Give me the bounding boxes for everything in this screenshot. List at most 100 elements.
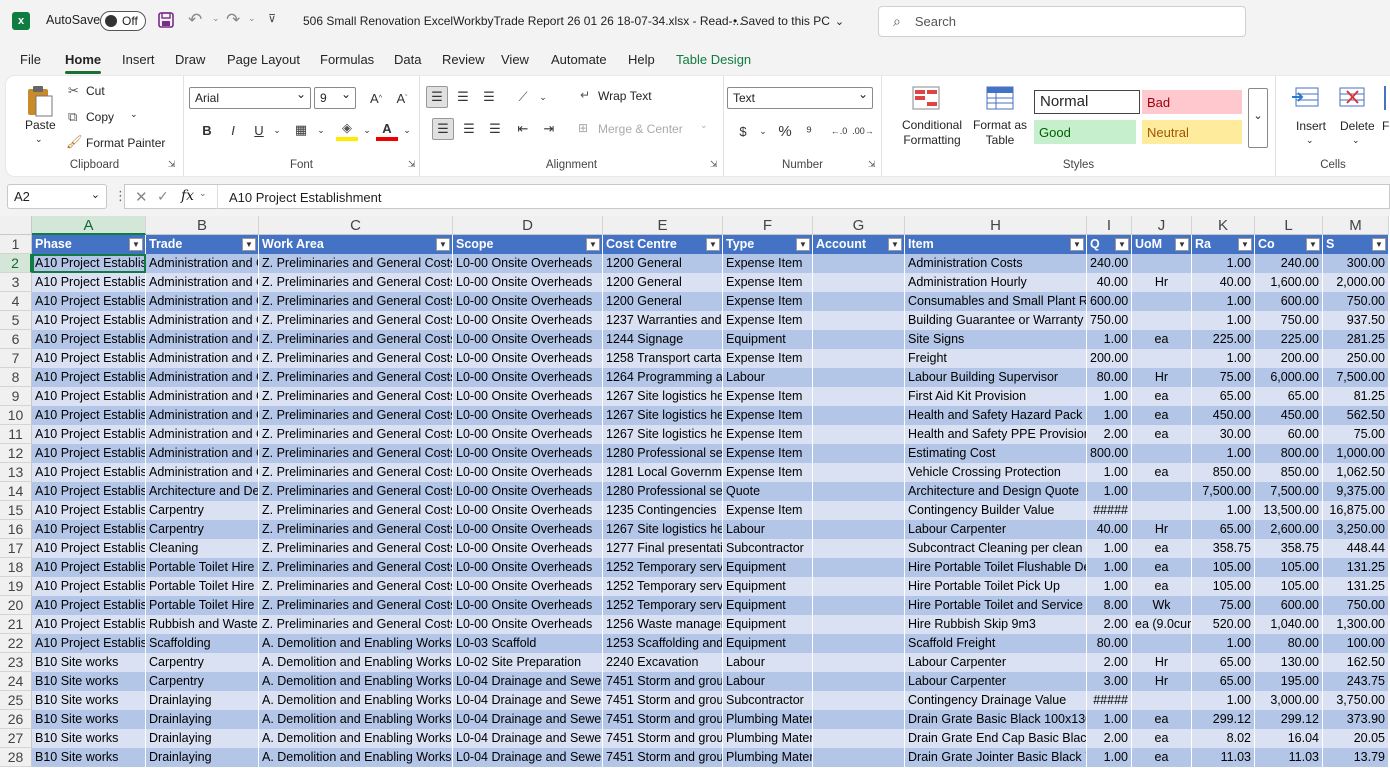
table-cell[interactable]: L0-00 Onsite Overheads [453,330,603,349]
table-cell[interactable]: Z. Preliminaries and General Costs [259,387,453,406]
table-cell[interactable]: ea [1132,729,1192,748]
table-cell[interactable]: Administration and C [146,273,259,292]
filter-dropdown-icon[interactable]: ▼ [1115,238,1129,251]
increase-indent-icon[interactable]: ⇥ [538,118,560,140]
table-cell[interactable]: Drainlaying [146,748,259,767]
customize-toolbar-icon[interactable]: ⊽ [268,12,276,25]
style-good[interactable]: Good [1034,120,1136,144]
table-cell[interactable]: Z. Preliminaries and General Costs [259,425,453,444]
select-all-corner[interactable] [0,216,32,235]
wrap-text-icon[interactable]: ↵ [580,88,590,102]
table-cell[interactable]: Estimating Cost [905,444,1087,463]
table-cell[interactable]: 600.00 [1087,292,1132,311]
table-cell[interactable]: 75.00 [1323,425,1389,444]
table-cell[interactable] [1132,292,1192,311]
bold-icon[interactable]: B [196,119,218,141]
table-cell[interactable] [813,463,905,482]
table-cell[interactable]: Site Signs [905,330,1087,349]
table-cell[interactable]: Expense Item [723,406,813,425]
table-cell[interactable]: Equipment [723,596,813,615]
table-cell[interactable]: 1.00 [1192,444,1255,463]
table-cell[interactable]: 7,500.00 [1323,368,1389,387]
table-cell[interactable]: Hr [1132,273,1192,292]
table-cell[interactable]: 1,300.00 [1323,615,1389,634]
table-cell[interactable]: Expense Item [723,292,813,311]
table-cell[interactable]: Drainlaying [146,729,259,748]
table-cell[interactable]: Administration and C [146,406,259,425]
table-cell[interactable]: L0-00 Onsite Overheads [453,273,603,292]
fill-color-icon[interactable]: ◈ [336,119,358,141]
table-cell[interactable]: A10 Project Establis [32,596,146,615]
merge-center-icon[interactable]: ⊞ [578,121,588,135]
table-cell[interactable]: Equipment [723,558,813,577]
table-cell[interactable]: 800.00 [1255,444,1323,463]
table-cell[interactable]: Z. Preliminaries and General Costs [259,254,453,273]
table-cell[interactable]: A10 Project Establis [32,406,146,425]
table-cell[interactable]: Expense Item [723,463,813,482]
table-cell[interactable]: B10 Site works [32,748,146,767]
table-cell[interactable]: A10 Project Establis [32,482,146,501]
tab-page-layout[interactable]: Page Layout [227,52,300,67]
table-cell[interactable]: 3,000.00 [1255,691,1323,710]
table-cell[interactable]: B10 Site works [32,710,146,729]
table-cell[interactable]: 3,250.00 [1323,520,1389,539]
row-header[interactable]: 10 [0,406,32,425]
table-cell[interactable]: 130.00 [1255,653,1323,672]
table-cell[interactable]: 7451 Storm and grou [603,672,723,691]
table-cell[interactable]: 65.00 [1192,672,1255,691]
table-cell[interactable] [813,653,905,672]
table-cell[interactable]: 1.00 [1192,634,1255,653]
column-header-i[interactable]: I [1087,216,1132,235]
table-cell[interactable]: 75.00 [1192,368,1255,387]
table-cell[interactable]: Z. Preliminaries and General Costs [259,520,453,539]
table-cell[interactable]: Labour Carpenter [905,672,1087,691]
table-cell[interactable]: Drain Grate End Cap Basic Black [905,729,1087,748]
column-header-e[interactable]: E [603,216,723,235]
table-cell[interactable]: A10 Project Establis [32,463,146,482]
filter-dropdown-icon[interactable]: ▼ [796,238,810,251]
table-cell[interactable]: 373.90 [1323,710,1389,729]
filter-dropdown-icon[interactable]: ▼ [1372,238,1386,251]
table-cell[interactable]: L0-04 Drainage and Sewer [453,729,603,748]
row-header[interactable]: 21 [0,615,32,634]
table-cell[interactable] [813,710,905,729]
table-cell[interactable]: L0-00 Onsite Overheads [453,501,603,520]
paste-dropdown-icon[interactable]: ⌄ [35,134,43,145]
active-cell[interactable]: A10 Project Establis [32,254,146,273]
table-cell[interactable]: Plumbing Materi [723,729,813,748]
table-cell[interactable]: 8.02 [1192,729,1255,748]
table-cell[interactable]: 162.50 [1323,653,1389,672]
table-cell[interactable]: Portable Toilet Hire [146,558,259,577]
table-cell[interactable]: 30.00 [1192,425,1255,444]
table-cell[interactable]: 1,000.00 [1323,444,1389,463]
table-cell[interactable]: B10 Site works [32,691,146,710]
filter-dropdown-icon[interactable]: ▼ [129,238,143,251]
table-cell[interactable]: Labour [723,368,813,387]
enter-icon[interactable]: ✓ [157,188,169,205]
column-header-k[interactable]: K [1192,216,1255,235]
table-cell[interactable]: 105.00 [1192,558,1255,577]
table-cell[interactable]: A10 Project Establis [32,577,146,596]
table-cell[interactable]: Architecture and Des [146,482,259,501]
table-cell[interactable]: Labour Carpenter [905,653,1087,672]
cancel-icon[interactable]: ✕ [135,188,148,206]
column-header-b[interactable]: B [146,216,259,235]
table-cell[interactable]: 1,062.50 [1323,463,1389,482]
table-cell[interactable]: 1280 Professional se [603,444,723,463]
table-cell[interactable]: 2.00 [1087,425,1132,444]
font-name-dropdown[interactable]: Arial [189,87,311,109]
copy-button[interactable]: Copy [86,110,114,124]
table-cell[interactable]: Carpentry [146,520,259,539]
table-cell[interactable]: 1200 General [603,273,723,292]
table-cell[interactable] [1132,311,1192,330]
table-cell[interactable]: L0-04 Drainage and Sewer [453,691,603,710]
table-cell[interactable]: 1244 Signage [603,330,723,349]
table-cell[interactable]: 1267 Site logistics he [603,387,723,406]
column-header-h[interactable]: H [905,216,1087,235]
table-cell[interactable]: 16,875.00 [1323,501,1389,520]
table-cell[interactable]: A. Demolition and Enabling Works [259,710,453,729]
align-bottom-icon[interactable]: ☰ [478,86,500,108]
table-cell[interactable]: Hr [1132,368,1192,387]
table-cell[interactable]: Z. Preliminaries and General Costs [259,292,453,311]
table-cell[interactable]: Equipment [723,330,813,349]
